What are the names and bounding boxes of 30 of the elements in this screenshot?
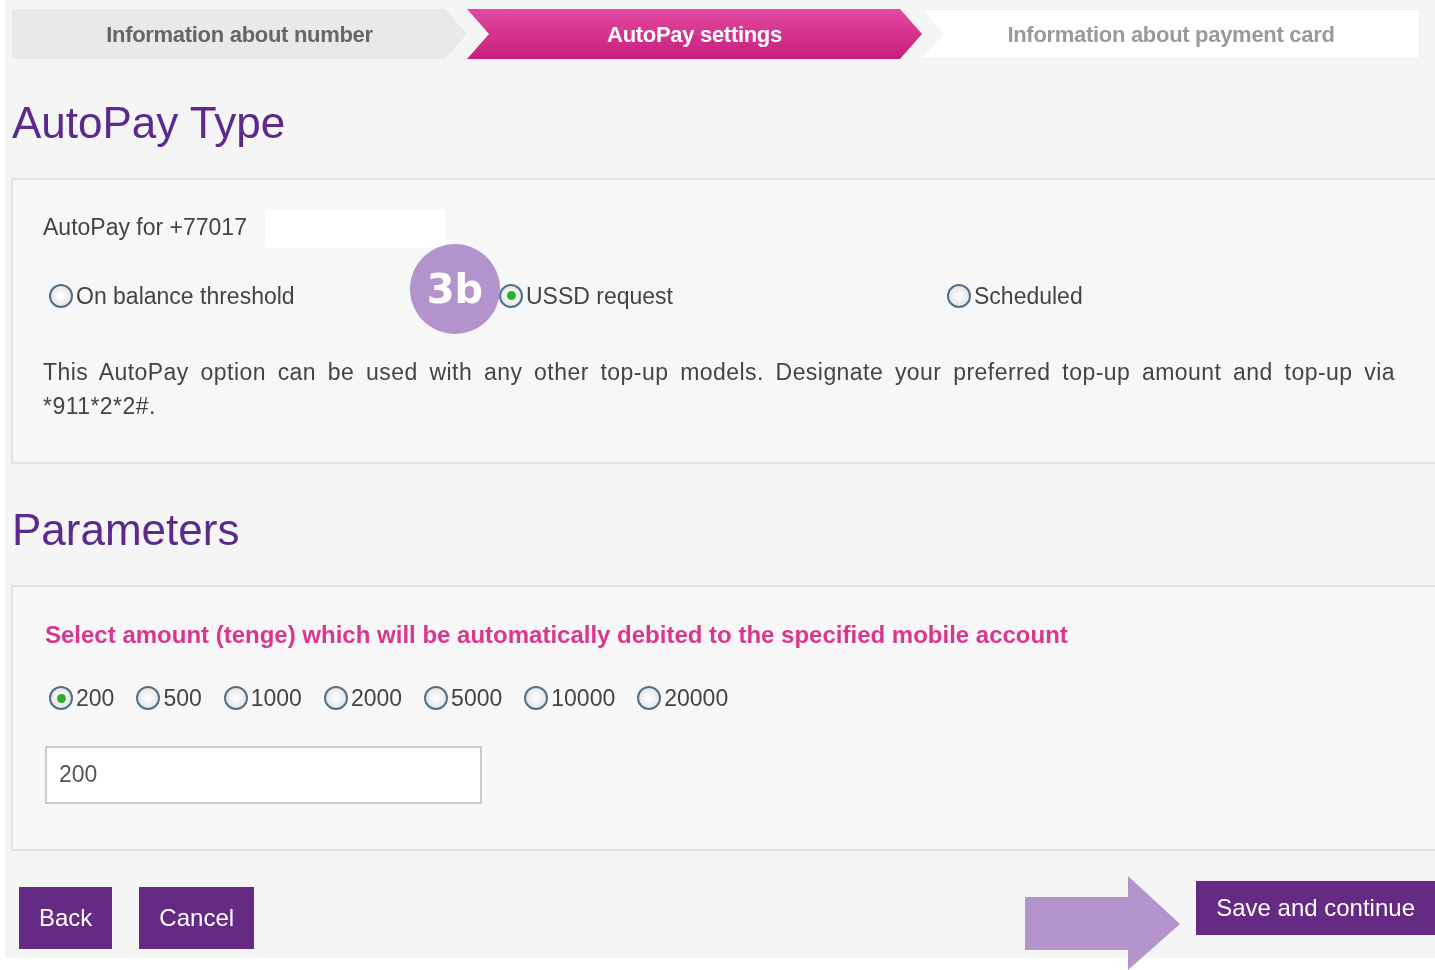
radio-option[interactable]: 2000 (323, 681, 403, 716)
section-heading: Parameters (12, 508, 241, 552)
radio-option[interactable]: 5000 (424, 681, 503, 716)
cancel-button[interactable]: Cancel (139, 887, 255, 949)
radio-option[interactable]: 10000 (524, 681, 616, 716)
radio-icon[interactable] (947, 283, 971, 308)
radio-icon[interactable] (323, 686, 348, 711)
radio-option[interactable]: 500 (136, 681, 202, 716)
amount-field[interactable]: 200 (45, 745, 482, 804)
step-tab[interactable]: Information about number (12, 9, 467, 59)
phone-label: AutoPay for +77017 (43, 213, 248, 242)
radio-icon[interactable] (223, 686, 248, 711)
radio-icon[interactable] (136, 686, 161, 711)
radio-icon[interactable] (49, 283, 73, 308)
radio-option[interactable]: 1000 (223, 681, 302, 716)
step-tab[interactable]: AutoPay settings (467, 9, 922, 59)
radio-option[interactable]: 20000 (637, 681, 729, 716)
radio-option[interactable]: On balance threshold (49, 278, 295, 313)
description-text: This AutoPay option can be used with any other top-up models. Designate your preferred top-up amount and top-up via *911*2*2#. (43, 358, 1395, 421)
save-button[interactable]: Save and continue (1196, 881, 1435, 935)
radio-icon[interactable] (499, 283, 523, 308)
radio-option[interactable]: Scheduled (947, 278, 1083, 313)
radio-icon[interactable] (424, 686, 449, 711)
back-button[interactable]: Back (19, 887, 113, 949)
section-heading: AutoPay Type (12, 101, 287, 145)
prompt-text: Select amount (tenge) which will be automatically debited to the specified mobile account (45, 620, 1069, 650)
radio-icon[interactable] (49, 686, 73, 711)
radio-icon[interactable] (637, 686, 662, 711)
radio-icon[interactable] (524, 686, 549, 711)
radio-option[interactable]: 200 (49, 681, 115, 716)
